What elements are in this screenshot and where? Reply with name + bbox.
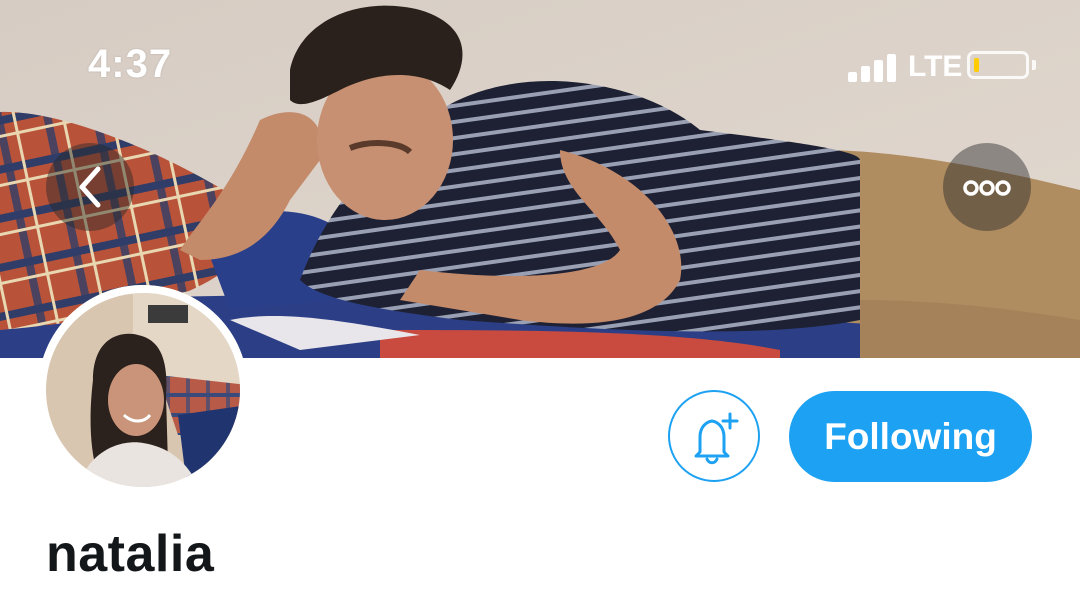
more-options-button[interactable] (943, 143, 1031, 231)
bell-plus-icon (694, 412, 739, 465)
profile-display-name: natalia (46, 525, 215, 583)
more-horizontal-icon (963, 180, 1011, 196)
battery-tip (1032, 60, 1036, 70)
battery-icon (967, 51, 1029, 79)
chevron-left-icon (79, 166, 101, 208)
following-button[interactable]: Following (789, 391, 1032, 482)
back-button[interactable] (46, 143, 134, 231)
notifications-button[interactable] (668, 390, 760, 482)
battery-level (974, 58, 979, 72)
signal-strength-icon (848, 52, 898, 82)
status-time: 4:37 (88, 42, 173, 86)
network-type: LTE (908, 50, 963, 83)
profile-screen: 4:37 LTE Following natalia (0, 0, 1080, 597)
profile-avatar[interactable] (38, 285, 248, 495)
